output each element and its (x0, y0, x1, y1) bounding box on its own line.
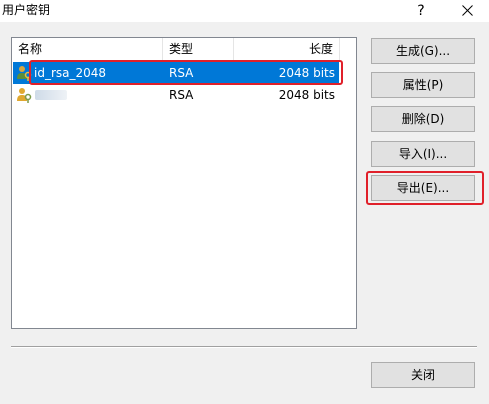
user-key-icon (17, 88, 32, 103)
key-type: RSA (169, 66, 194, 80)
column-header-length[interactable]: 长度 (234, 38, 340, 60)
window-title: 用户密钥 (2, 3, 51, 17)
list-header: 名称 类型 长度 (12, 38, 356, 60)
close-button[interactable]: 关闭 (371, 362, 475, 388)
user-key-icon (17, 66, 32, 81)
close-window-button[interactable] (452, 0, 482, 22)
key-row[interactable]: RSA 2048 bits (13, 84, 339, 106)
close-icon (461, 5, 473, 16)
key-length: 2048 bits (278, 88, 335, 102)
import-button[interactable]: 导入(I)... (371, 141, 475, 167)
redacted-key-name (35, 90, 67, 100)
separator (11, 346, 477, 348)
column-header-type[interactable]: 类型 (163, 38, 234, 60)
key-list[interactable]: 名称 类型 长度 id_rsa_2048 RSA 2048 bits RSA 2… (11, 37, 357, 329)
key-type: RSA (169, 88, 194, 102)
export-button[interactable]: 导出(E)... (371, 175, 475, 201)
help-button[interactable]: ? (406, 0, 436, 22)
delete-button[interactable]: 删除(D) (371, 106, 475, 132)
user-keys-dialog: 用户密钥 ? 名称 类型 长度 id_rsa_2048 RSA 2048 bit… (0, 0, 489, 404)
title-bar: 用户密钥 ? (0, 0, 489, 22)
key-name: id_rsa_2048 (34, 66, 107, 80)
key-length: 2048 bits (278, 66, 335, 80)
properties-button[interactable]: 属性(P) (371, 72, 475, 98)
column-header-name[interactable]: 名称 (12, 38, 163, 60)
generate-button[interactable]: 生成(G)... (371, 38, 475, 64)
key-row-selected[interactable]: id_rsa_2048 RSA 2048 bits (13, 62, 339, 84)
